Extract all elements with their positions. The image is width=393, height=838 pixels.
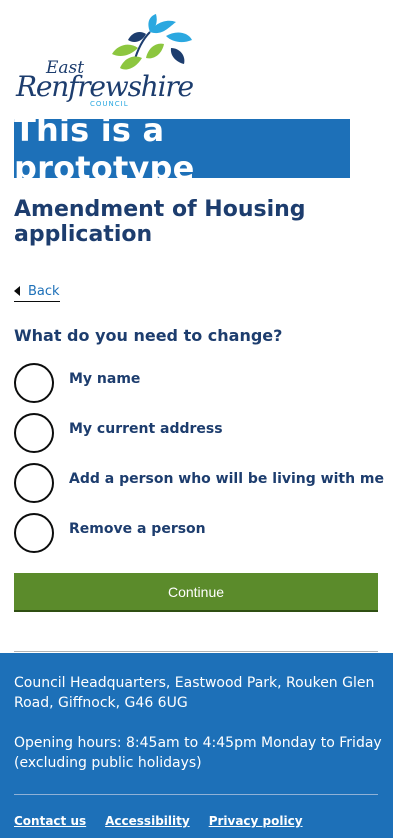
radio-label[interactable]: My current address: [69, 421, 223, 437]
radio-button[interactable]: [14, 513, 54, 553]
radio-option-remove-person[interactable]: Remove a person: [14, 513, 206, 553]
radio-label[interactable]: My name: [69, 371, 140, 387]
radio-button[interactable]: [14, 413, 54, 453]
form-question: What do you need to change?: [14, 326, 283, 345]
radio-option-current-address[interactable]: My current address: [14, 413, 223, 453]
continue-button[interactable]: Continue: [14, 573, 378, 610]
radio-option-add-person[interactable]: Add a person who will be living with me: [14, 463, 384, 503]
page-title: Amendment of Housing application: [14, 197, 306, 247]
back-link[interactable]: Back: [14, 282, 60, 302]
footer-divider: [14, 794, 378, 795]
radio-button[interactable]: [14, 363, 54, 403]
back-link-label: Back: [28, 283, 60, 299]
logo-word-council: COUNCIL: [90, 100, 129, 108]
radio-option-my-name[interactable]: My name: [14, 363, 140, 403]
back-arrow-icon: [14, 286, 20, 296]
council-logo[interactable]: East Renfrewshire COUNCIL: [16, 14, 202, 112]
footer-link-accessibility[interactable]: Accessibility: [105, 814, 190, 828]
content-divider: [14, 651, 378, 652]
radio-label[interactable]: Add a person who will be living with me: [69, 471, 384, 487]
footer-opening-hours: Opening hours: 8:45am to 4:45pm Monday t…: [14, 735, 382, 771]
footer-link-privacy-policy[interactable]: Privacy policy: [209, 814, 303, 828]
site-footer: Council Headquarters, Eastwood Park, Rou…: [0, 653, 393, 838]
radio-label[interactable]: Remove a person: [69, 521, 206, 537]
prototype-banner: This is a prototype: [14, 111, 350, 187]
footer-link-contact-us[interactable]: Contact us: [14, 814, 86, 828]
radio-button[interactable]: [14, 463, 54, 503]
footer-address: Council Headquarters, Eastwood Park, Rou…: [14, 675, 375, 711]
logo-word-renfrewshire: Renfrewshire: [16, 70, 194, 103]
footer-links: Contact us Accessibility Privacy policy: [14, 814, 303, 828]
